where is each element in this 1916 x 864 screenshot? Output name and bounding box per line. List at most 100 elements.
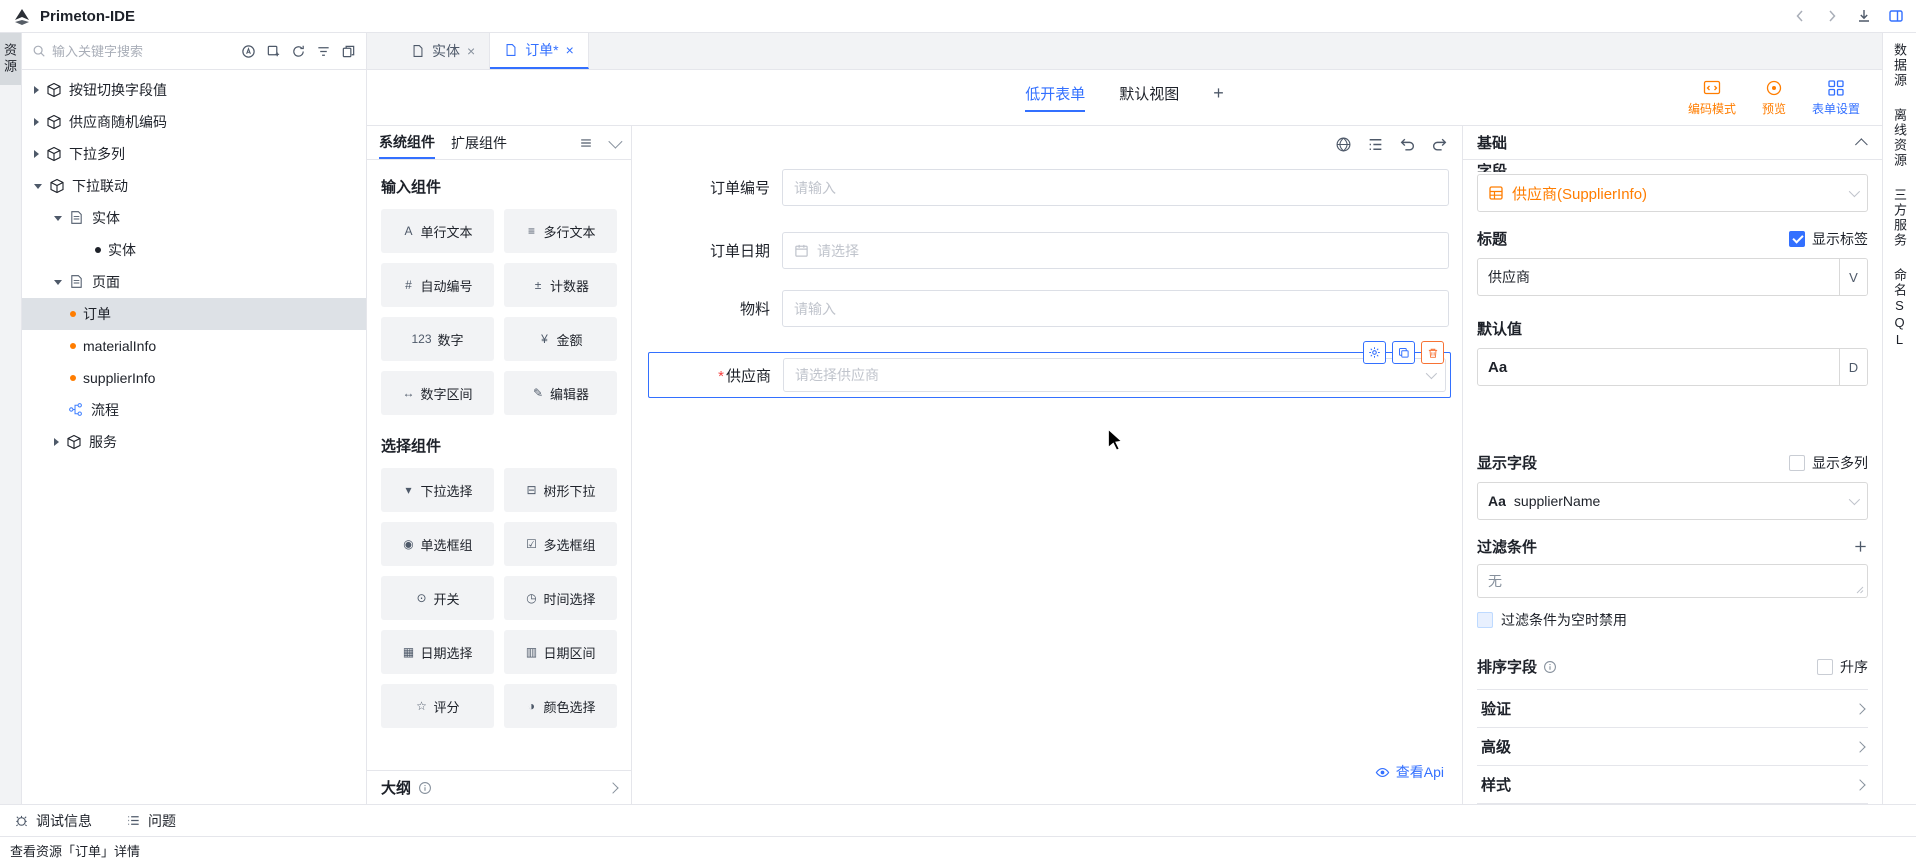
- chevron-right-icon[interactable]: [34, 86, 39, 94]
- dock-datasource-tab[interactable]: 数据源: [1890, 43, 1909, 88]
- show-label-checkbox[interactable]: [1789, 231, 1805, 247]
- form-settings-button[interactable]: 表单设置: [1812, 79, 1860, 117]
- chevron-right-icon[interactable]: [34, 118, 39, 126]
- order-no-input[interactable]: [782, 169, 1449, 206]
- delete-field-button[interactable]: [1421, 341, 1444, 364]
- supplier-select[interactable]: 请选择供应商: [783, 358, 1446, 392]
- component-auto-number[interactable]: #自动编号: [381, 263, 494, 307]
- close-icon[interactable]: ×: [467, 43, 475, 59]
- outline-tree-icon[interactable]: [1367, 136, 1384, 153]
- component-amount[interactable]: ¥金额: [504, 317, 617, 361]
- section-validation[interactable]: 验证: [1477, 690, 1868, 728]
- redo-icon[interactable]: [1431, 136, 1448, 153]
- chevron-down-icon[interactable]: [34, 184, 42, 189]
- field-settings-button[interactable]: [1363, 341, 1386, 364]
- filter-list-icon[interactable]: [316, 44, 331, 59]
- chevron-right-icon[interactable]: [54, 438, 59, 446]
- view-api-link[interactable]: 查看Api: [1375, 762, 1444, 782]
- tab-system-components[interactable]: 系统组件: [379, 126, 435, 159]
- tree-item-process[interactable]: 流程: [22, 394, 366, 426]
- tab-order-active[interactable]: 订单* ×: [490, 33, 589, 69]
- show-multicol-checkbox[interactable]: [1789, 455, 1805, 471]
- bound-field-select[interactable]: 供应商(SupplierInfo): [1477, 174, 1868, 212]
- dock-thirdparty-services-tab[interactable]: 三方服务: [1890, 188, 1909, 248]
- code-mode-button[interactable]: 编码模式: [1688, 79, 1736, 117]
- undo-icon[interactable]: [1399, 136, 1416, 153]
- tree-item-supplier-random[interactable]: 供应商随机编码: [22, 106, 366, 138]
- component-time-picker[interactable]: ◷时间选择: [504, 576, 617, 620]
- copy-field-button[interactable]: [1392, 341, 1415, 364]
- resize-handle-icon[interactable]: [1856, 586, 1864, 594]
- panel-collapse-icon[interactable]: [608, 134, 622, 148]
- dock-offline-resources-tab[interactable]: 离线资源: [1890, 108, 1909, 168]
- locate-file-icon[interactable]: [341, 44, 356, 59]
- component-date-range[interactable]: ▥日期区间: [504, 630, 617, 674]
- material-input[interactable]: [782, 290, 1449, 327]
- tree-leaf-order-selected[interactable]: 订单: [22, 298, 366, 330]
- sort-asc-checkbox[interactable]: [1817, 659, 1833, 675]
- component-color-picker[interactable]: ◑颜色选择: [504, 684, 617, 728]
- tree-item-button-toggle[interactable]: 按钮切换字段值: [22, 74, 366, 106]
- tree-folder-pages[interactable]: 页面: [22, 266, 366, 298]
- section-advanced[interactable]: 高级: [1477, 728, 1868, 766]
- field-order-date[interactable]: 订单日期 请选择: [632, 232, 1449, 269]
- order-date-picker[interactable]: 请选择: [782, 232, 1449, 269]
- datasource-globe-icon[interactable]: [1335, 136, 1352, 153]
- add-filter-icon[interactable]: [1853, 539, 1868, 554]
- layout-icon[interactable]: [1888, 8, 1904, 24]
- tree-item-dropdown-linkage[interactable]: 下拉联动: [22, 170, 366, 202]
- dynamic-bind-button[interactable]: D: [1839, 349, 1867, 385]
- filter-input[interactable]: [1478, 565, 1867, 597]
- section-style[interactable]: 样式: [1477, 766, 1868, 804]
- debug-info-button[interactable]: 调试信息: [14, 811, 92, 831]
- display-field-select[interactable]: Aa supplierName: [1477, 482, 1868, 520]
- panel-menu-icon[interactable]: [579, 136, 593, 150]
- component-checkbox-group[interactable]: ☑多选框组: [504, 522, 617, 566]
- component-editor[interactable]: ✎编辑器: [504, 371, 617, 415]
- chevron-down-icon[interactable]: [54, 216, 62, 221]
- nav-forward-icon[interactable]: [1824, 8, 1840, 24]
- chevron-right-icon[interactable]: [34, 150, 39, 158]
- component-radio-group[interactable]: ◉单选框组: [381, 522, 494, 566]
- nav-back-icon[interactable]: [1792, 8, 1808, 24]
- tab-extension-components[interactable]: 扩展组件: [451, 126, 507, 159]
- component-date-picker[interactable]: ▦日期选择: [381, 630, 494, 674]
- component-number-range[interactable]: ↔数字区间: [381, 371, 494, 415]
- component-counter[interactable]: ±计数器: [504, 263, 617, 307]
- tab-lowcode-form[interactable]: 低开表单: [1025, 83, 1085, 112]
- ai-assist-icon[interactable]: [241, 44, 256, 59]
- field-supplier-selected[interactable]: *供应商 请选择供应商: [648, 352, 1451, 398]
- default-value-input[interactable]: [1478, 349, 1839, 385]
- title-input[interactable]: [1478, 259, 1839, 295]
- tab-entity[interactable]: 实体 ×: [397, 33, 490, 69]
- tree-item-dropdown-multicol[interactable]: 下拉多列: [22, 138, 366, 170]
- field-material[interactable]: 物料: [632, 290, 1449, 327]
- close-icon[interactable]: ×: [566, 42, 574, 58]
- new-resource-icon[interactable]: [266, 44, 281, 59]
- component-switch[interactable]: ⊙开关: [381, 576, 494, 620]
- chevron-down-icon[interactable]: [54, 280, 62, 285]
- tree-folder-entity[interactable]: 实体: [22, 202, 366, 234]
- tab-default-view[interactable]: 默认视图: [1119, 83, 1179, 112]
- component-multi-line-text[interactable]: ≡多行文本: [504, 209, 617, 253]
- preview-button[interactable]: 预览: [1762, 79, 1786, 117]
- tree-leaf-supplierinfo[interactable]: supplierInfo: [22, 362, 366, 394]
- outline-toggle[interactable]: 大纲: [367, 770, 631, 804]
- field-order-no[interactable]: 订单编号: [632, 169, 1449, 206]
- variable-bind-button[interactable]: V: [1839, 259, 1867, 295]
- order-no-input-field[interactable]: [794, 180, 1437, 196]
- component-single-line-text[interactable]: A单行文本: [381, 209, 494, 253]
- form-canvas[interactable]: 订单编号 订单日期 请选择 物料: [632, 126, 1463, 804]
- component-tree-dropdown[interactable]: ⊟树形下拉: [504, 468, 617, 512]
- problems-button[interactable]: 问题: [126, 811, 176, 831]
- tree-leaf-entity[interactable]: 实体: [22, 234, 366, 266]
- component-number[interactable]: 123数字: [381, 317, 494, 361]
- tree-item-services[interactable]: 服务: [22, 426, 366, 458]
- refresh-icon[interactable]: [291, 44, 306, 59]
- material-input-field[interactable]: [794, 301, 1437, 317]
- component-rating[interactable]: ☆评分: [381, 684, 494, 728]
- chevron-up-icon[interactable]: [1855, 138, 1868, 151]
- resources-vertical-tab[interactable]: 资源: [0, 33, 21, 85]
- tree-leaf-materialinfo[interactable]: materialInfo: [22, 330, 366, 362]
- filter-empty-disable-checkbox[interactable]: [1477, 612, 1493, 628]
